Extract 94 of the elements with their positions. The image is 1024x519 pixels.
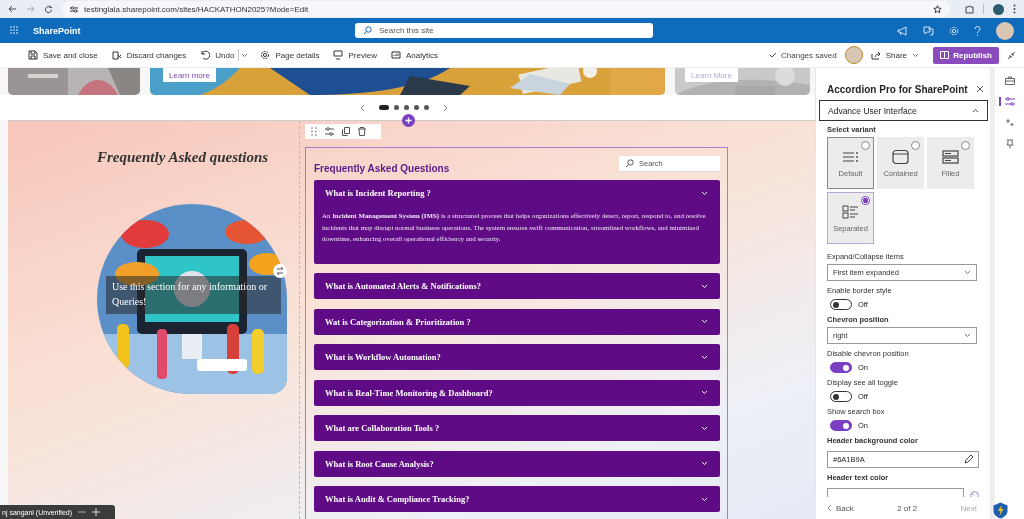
more-icon[interactable] <box>1013 4 1016 14</box>
accordion-header[interactable]: What is Root Cause Analysis? <box>314 450 720 477</box>
chevron-down-icon <box>701 390 708 395</box>
megaphone-icon[interactable] <box>897 25 908 36</box>
section-heading: Frequently Asked questions <box>97 149 270 166</box>
search-icon <box>363 26 372 35</box>
avatar[interactable] <box>844 46 863 64</box>
image-caption: Use this section for any information or Queries! <box>106 276 281 314</box>
chevron-down-icon <box>701 319 708 324</box>
check-icon <box>769 52 778 58</box>
undo-icon <box>200 50 211 60</box>
radio-button[interactable] <box>861 141 870 150</box>
trash-icon[interactable] <box>358 127 366 136</box>
chevron-down-icon <box>701 190 708 196</box>
republish-button[interactable]: Republish <box>933 46 999 64</box>
pin-icon[interactable] <box>1005 139 1014 149</box>
toolbar-button[interactable]: Discard changes <box>111 50 187 60</box>
star-icon[interactable] <box>933 4 942 14</box>
help-icon[interactable] <box>974 25 981 36</box>
save-status: Changes saved <box>769 50 837 60</box>
settings-icon[interactable] <box>949 25 959 36</box>
learn-more-button[interactable]: Learn more <box>163 68 216 82</box>
sparkle-icon[interactable] <box>1005 118 1014 127</box>
panel-title: Accordion Pro for SharePoint <box>827 83 968 95</box>
card-icon <box>891 148 910 165</box>
sliders-icon[interactable] <box>325 127 334 136</box>
accordion-header[interactable]: What is Real-Time Monitoring & Dashboard? <box>314 379 720 406</box>
drag-handle-icon[interactable] <box>311 127 317 136</box>
search-icon <box>625 159 634 168</box>
caret-icon <box>912 52 919 58</box>
details-icon <box>260 50 271 60</box>
briefcase-icon[interactable] <box>1004 76 1015 85</box>
radio-button[interactable] <box>911 141 920 150</box>
toolbar-button[interactable]: Undo <box>200 50 235 60</box>
chevron-down-icon <box>701 496 708 502</box>
carousel-dot[interactable] <box>394 105 399 110</box>
share-icon <box>870 50 881 60</box>
chevron-right-icon[interactable] <box>443 103 448 112</box>
toolbar-button[interactable]: Preview <box>333 50 377 60</box>
chevron-down-icon <box>701 461 708 466</box>
chevron-left-icon[interactable] <box>360 103 365 112</box>
discard-icon <box>111 50 122 60</box>
collapse-icon[interactable] <box>1007 50 1016 60</box>
accordion-header[interactable]: What is Automated Alerts & Notifications? <box>314 273 720 299</box>
stacked-bars-icon <box>941 148 960 165</box>
carousel-dot[interactable] <box>404 105 409 110</box>
back-button[interactable]: Back <box>827 503 854 513</box>
accordion-header[interactable]: Wat is Categorization & Prioritization ? <box>314 308 720 335</box>
preview-icon <box>333 50 344 60</box>
share-button[interactable]: Share <box>870 50 919 60</box>
carousel-dot[interactable] <box>424 105 429 110</box>
back-arrow-icon[interactable] <box>8 5 17 13</box>
section-header[interactable]: Advance User Interface <box>819 100 988 121</box>
toggle-switch[interactable] <box>830 391 852 402</box>
accordion-header[interactable]: What are Collaboration Tools ? <box>314 415 720 441</box>
avatar[interactable] <box>996 21 1014 40</box>
close-icon[interactable] <box>976 85 984 93</box>
sliders-icon[interactable] <box>1004 97 1015 106</box>
accordion-header[interactable]: What is Audit & Compliance Tracking? <box>314 486 720 512</box>
radio-button[interactable] <box>861 196 870 205</box>
reload-icon[interactable] <box>44 4 53 14</box>
pencil-icon <box>964 455 973 464</box>
toolbar-button[interactable]: Analytics <box>390 50 438 60</box>
save-icon <box>28 50 38 60</box>
shield-icon[interactable] <box>993 502 1008 519</box>
chevron-down-icon <box>701 425 708 431</box>
carousel-dot[interactable] <box>414 105 419 110</box>
radio-button[interactable] <box>961 141 970 150</box>
plus-icon[interactable] <box>92 508 101 516</box>
faq-title: Frequently Asked Questions <box>314 163 450 174</box>
chat-icon[interactable] <box>923 25 934 36</box>
toolbar-button[interactable]: Save and close <box>28 50 98 60</box>
grid-list-icon <box>841 203 860 220</box>
toggle-switch[interactable] <box>830 299 852 310</box>
accordion-header[interactable]: What is Workflow Automation? <box>314 344 720 370</box>
accordion-header[interactable]: What is Incident Reporting ? <box>314 180 720 206</box>
copy-icon[interactable] <box>342 127 350 136</box>
analytics-icon <box>390 50 401 60</box>
site-info-icon[interactable] <box>70 5 78 13</box>
page-indicator: 2 of 2 <box>897 503 918 513</box>
chevron-down-icon <box>964 270 971 275</box>
avatar[interactable] <box>993 3 1004 15</box>
search-field[interactable]: Search this site <box>355 23 653 38</box>
chevron-down-icon <box>964 333 971 338</box>
app-name[interactable]: SharePoint <box>33 25 355 36</box>
toolbar-button[interactable]: Page details <box>260 50 320 60</box>
chevron-down-icon <box>701 354 708 360</box>
chevron-down-icon <box>701 283 708 289</box>
chevron-left-icon <box>827 504 832 512</box>
book-icon <box>940 51 950 59</box>
caret-icon[interactable] <box>241 52 249 58</box>
toggle-switch[interactable] <box>830 362 852 373</box>
chevron-up-icon <box>972 108 979 113</box>
toggle-switch[interactable] <box>830 420 852 431</box>
